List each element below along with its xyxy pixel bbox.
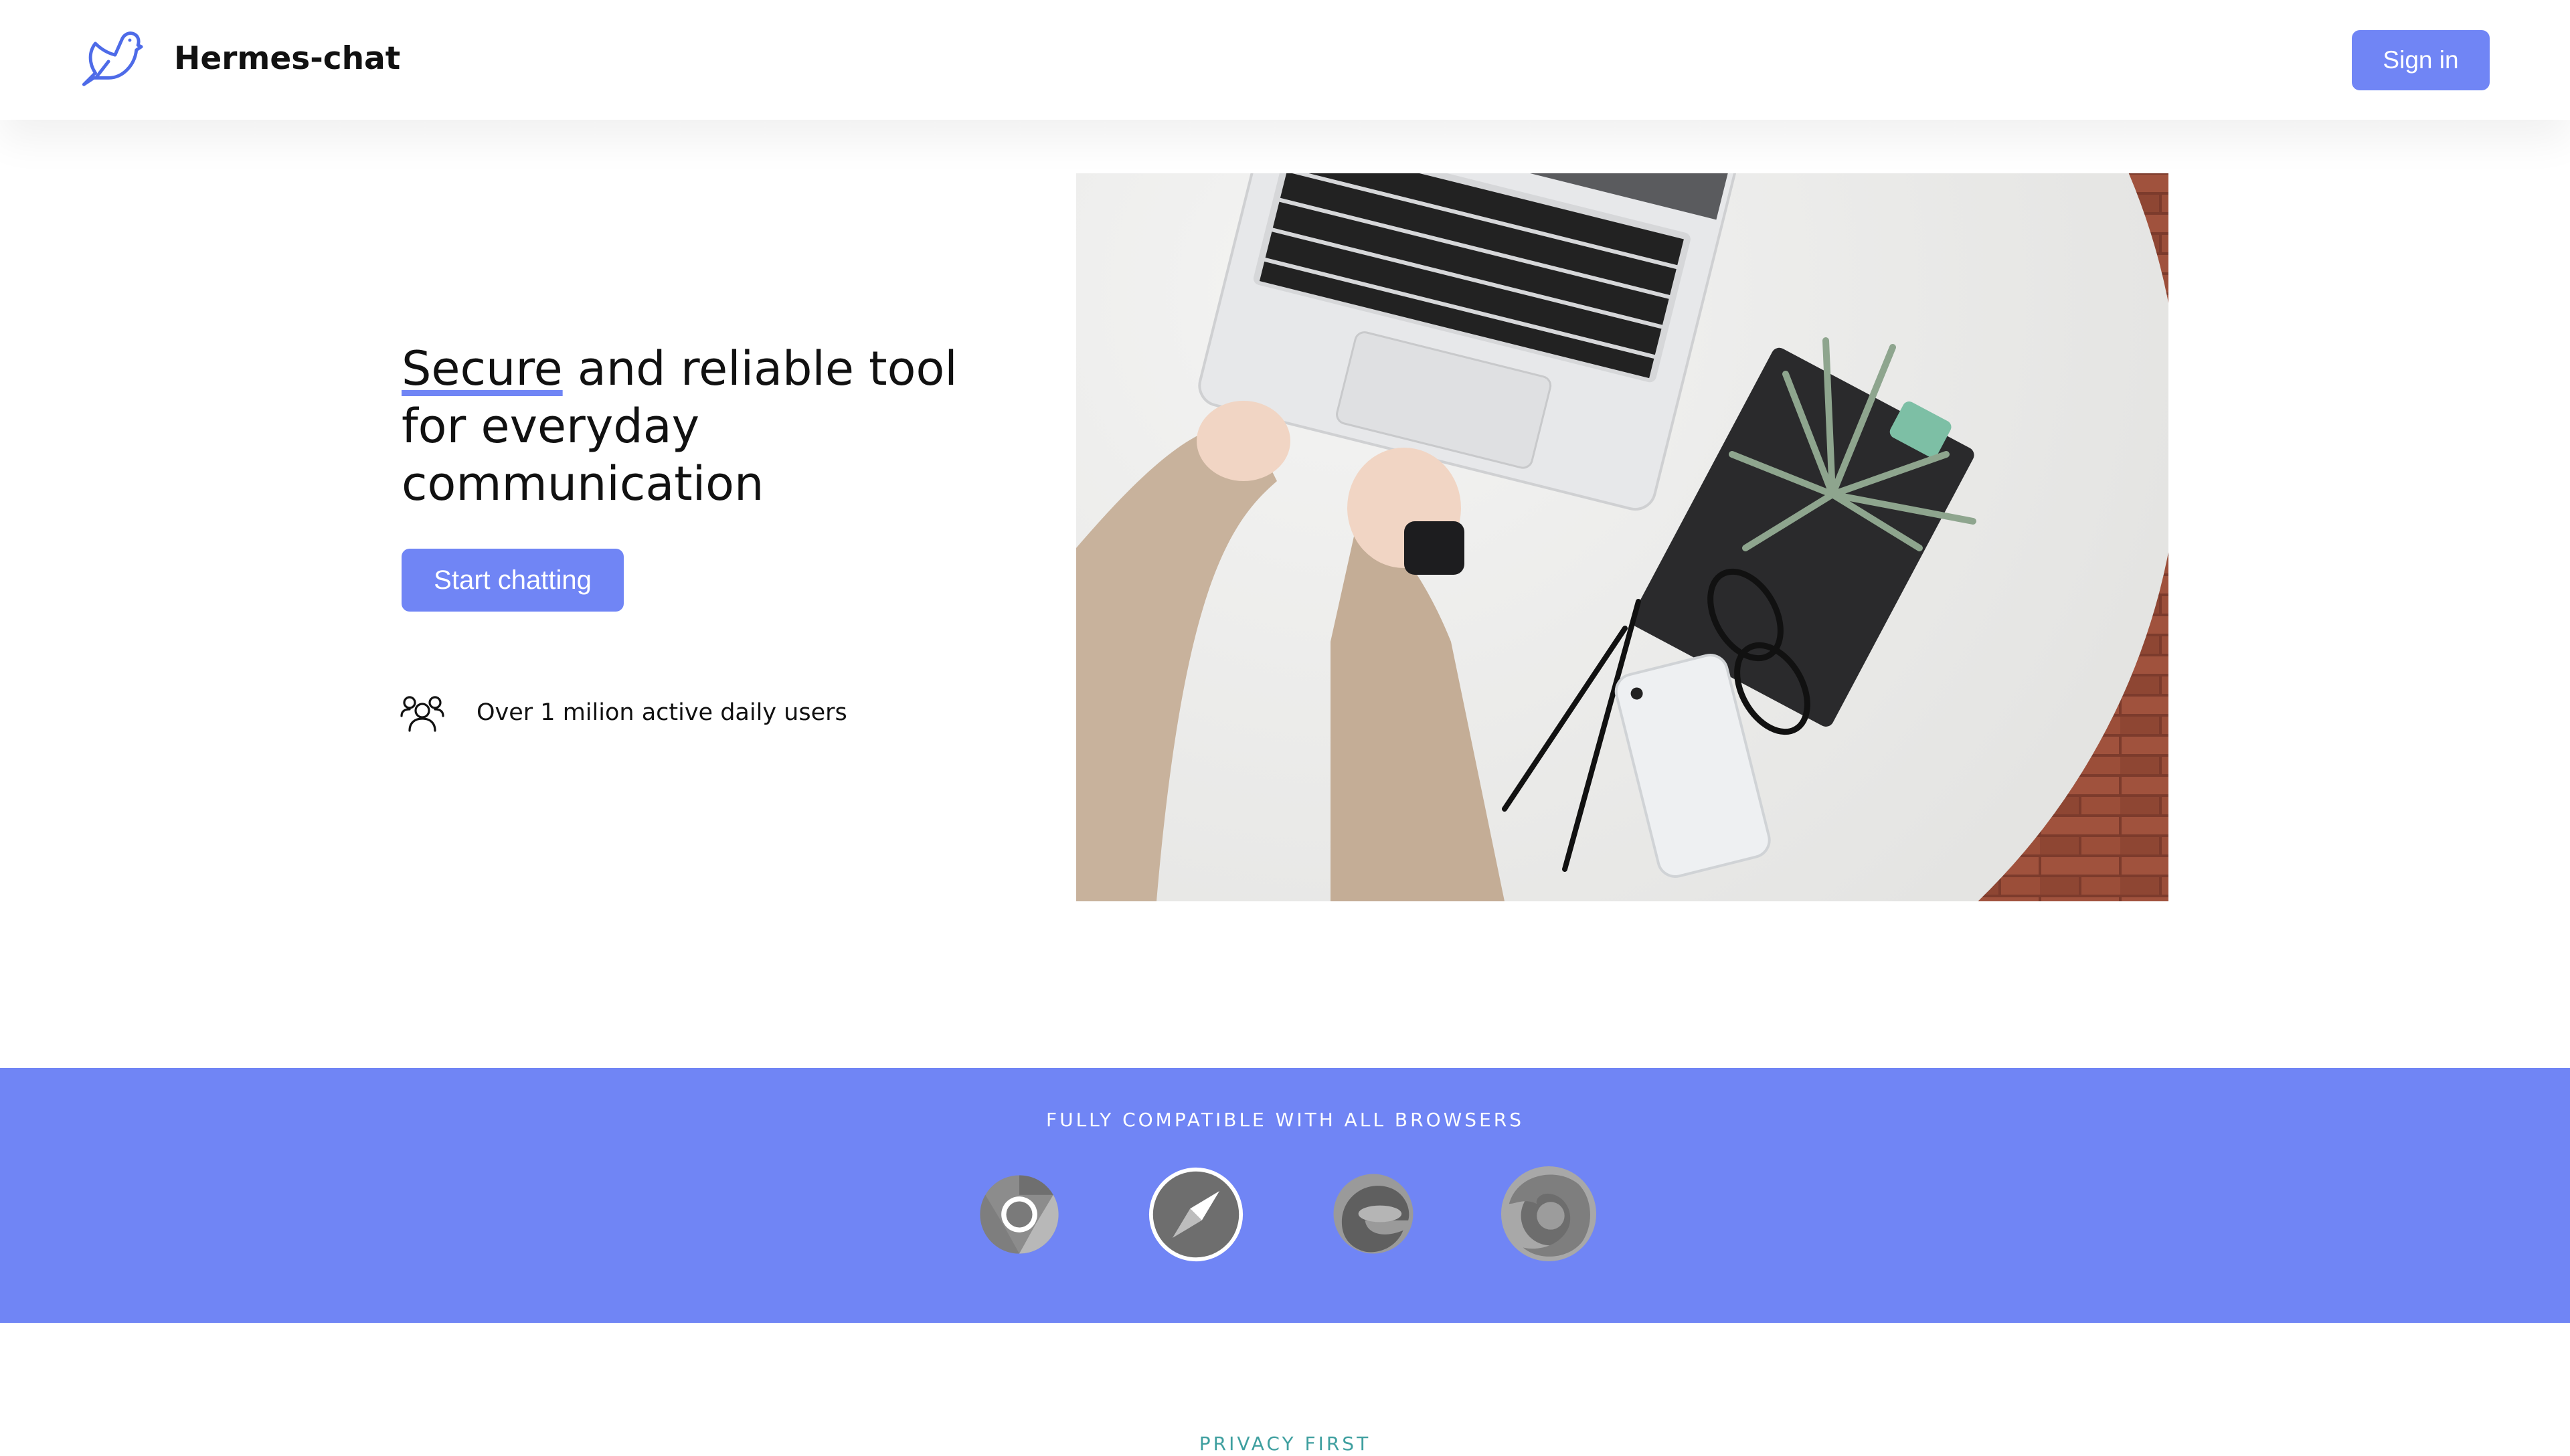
chrome-icon — [980, 1175, 1059, 1254]
top-navbar: Hermes-chat Sign in — [0, 0, 2570, 120]
browser-compatibility-band: FULLY COMPATIBLE WITH ALL BROWSERS — [0, 1068, 2570, 1323]
browser-compat-title: FULLY COMPATIBLE WITH ALL BROWSERS — [1045, 1109, 1524, 1131]
firefox-icon — [1501, 1166, 1597, 1262]
bird-icon[interactable] — [79, 28, 145, 88]
hero-title-accent: Secure — [402, 341, 563, 396]
start-chatting-button[interactable]: Start chatting — [402, 549, 624, 612]
laptop-desk-photo — [1076, 173, 2168, 901]
brand-name[interactable]: Hermes-chat — [174, 39, 400, 79]
edge-icon — [1333, 1174, 1414, 1254]
active-users-text: Over 1 milion active daily users — [477, 699, 847, 726]
privacy-first-eyebrow: PRIVACY FIRST — [1199, 1433, 1371, 1455]
safari-icon — [1148, 1167, 1244, 1262]
photo-illustration — [1076, 173, 2168, 901]
sign-in-button[interactable]: Sign in — [2352, 30, 2490, 90]
hero-title: Secure and reliable tool for everyday co… — [402, 340, 1004, 513]
users-icon — [400, 696, 444, 732]
